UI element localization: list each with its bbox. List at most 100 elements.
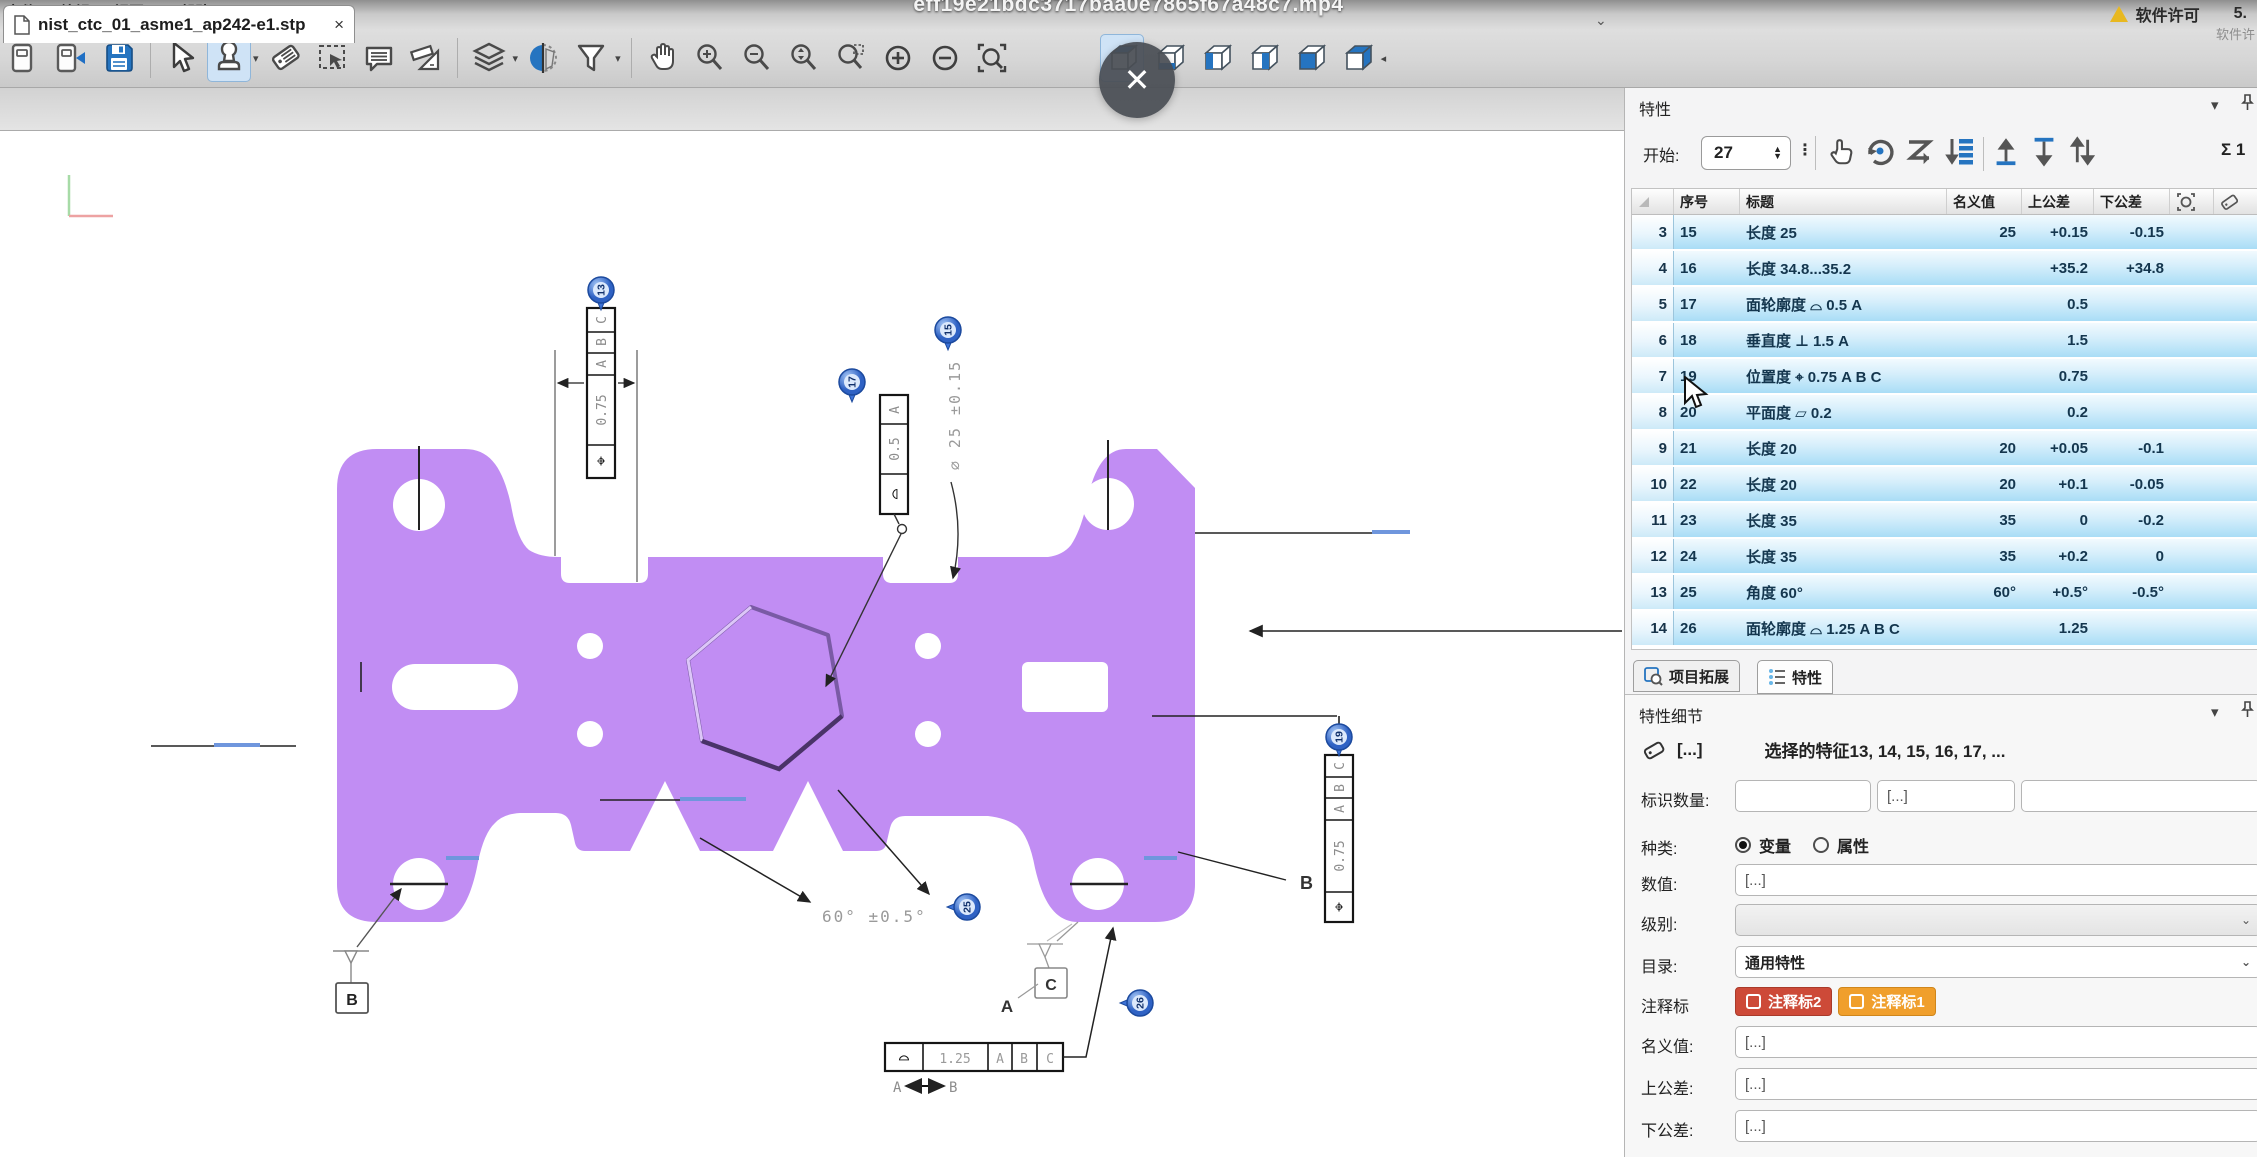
cell-nominal[interactable] [1947,395,2022,429]
video-close-button[interactable]: ✕ [1099,42,1175,118]
row-gutter-number[interactable]: 6 [1632,323,1674,357]
cell-title[interactable]: 角度 60° [1740,575,1947,609]
cell-lower[interactable] [2094,287,2170,321]
cell-capture[interactable] [2170,395,2214,429]
id-qty-input-1[interactable] [1735,780,1871,812]
fcf-profile-26[interactable]: ⌓ 1.25 A B C A B [885,928,1113,1096]
cell-lower[interactable]: -0.1 [2094,431,2170,465]
view-cube-back-button[interactable] [1336,35,1378,81]
cell-lower[interactable]: -0.15 [2094,215,2170,249]
zoom-fit-button[interactable] [783,35,825,81]
row-gutter-number[interactable]: 5 [1632,287,1674,321]
cell-title[interactable]: 长度 35 [1740,503,1947,537]
cell-title[interactable]: 长度 20 [1740,431,1947,465]
cell-nominal[interactable] [1947,323,2022,357]
cell-nominal[interactable]: 35 [1947,503,2022,537]
cell-lower[interactable]: 0 [2094,539,2170,573]
cell-seq[interactable]: 22 [1674,467,1740,501]
cell-nominal[interactable] [1947,359,2022,393]
tab-project-extension[interactable]: 项目拓展 [1633,660,1740,692]
panel-pin-icon[interactable] [2241,94,2254,115]
cell-capture[interactable] [2170,287,2214,321]
chip-note-2[interactable]: 注释标2 [1735,987,1832,1016]
cell-capture[interactable] [2170,503,2214,537]
cell-title[interactable]: 面轮廓度 ⌓ 0.5 A [1740,287,1947,321]
measure-button[interactable] [405,35,447,81]
cell-lower[interactable] [2094,359,2170,393]
datum-flag-c[interactable]: C A [1001,922,1078,1016]
cell-seq[interactable]: 23 [1674,503,1740,537]
row-gutter-number[interactable]: 9 [1632,431,1674,465]
table-row[interactable]: 6 18 垂直度 ⊥ 1.5 A 1.5 [1632,323,2257,359]
catalog-select[interactable]: 通用特性 ⌄ [1735,946,2257,978]
cell-seq[interactable]: 16 [1674,251,1740,285]
cell-capture[interactable] [2170,431,2214,465]
cell-seq[interactable]: 17 [1674,287,1740,321]
table-row[interactable]: 7 19 位置度 ⌖ 0.75 A B C 0.75 [1632,359,2257,395]
header-nominal[interactable]: 名义值 [1947,189,2022,214]
cell-upper[interactable]: 0.2 [2022,395,2094,429]
zoom-in-button[interactable] [689,35,731,81]
cell-nominal[interactable]: 20 [1947,431,2022,465]
dim-diameter[interactable]: ⌀ 25 ±0.15 [946,360,964,578]
zoom-out-button[interactable] [736,35,778,81]
header-lower[interactable]: 下公差 [2094,189,2170,214]
magnify-minus-button[interactable] [924,35,966,81]
cell-capture[interactable] [2170,575,2214,609]
magnify-plus-button[interactable] [877,35,919,81]
radio-attribute[interactable] [1813,837,1829,853]
cell-nominal[interactable]: 20 [1947,467,2022,501]
balloon-17[interactable]: 17 [839,369,865,402]
balloon-13[interactable]: 13 [588,277,614,310]
cell-tag[interactable] [2214,215,2257,249]
cell-title[interactable]: 平面度 ▱ 0.2 [1740,395,1947,429]
nominal-input[interactable]: [...] [1735,1026,2257,1058]
chip-note-1[interactable]: 注释标1 [1838,987,1935,1016]
cell-tag[interactable] [2214,611,2257,645]
cell-title[interactable]: 垂直度 ⊥ 1.5 A [1740,323,1947,357]
cell-capture[interactable] [2170,251,2214,285]
id-qty-input-2[interactable]: [...] [1877,780,2015,812]
move-top-icon[interactable] [1990,134,2022,173]
cell-capture[interactable] [2170,323,2214,357]
table-row[interactable]: 12 24 长度 35 35 +0.2 0 [1632,539,2257,575]
details-collapse-icon[interactable]: ▾ [2211,703,2219,721]
list-order-icon[interactable] [1943,134,1977,173]
cell-seq[interactable]: 21 [1674,431,1740,465]
pick-hand-icon[interactable] [1825,134,1857,173]
cell-nominal[interactable]: 35 [1947,539,2022,573]
tabbar-chevron-icon[interactable]: ⌄ [1595,12,1607,29]
cell-nominal[interactable] [1947,251,2022,285]
balloon-26[interactable]: 26 [1120,990,1153,1016]
cell-upper[interactable]: 1.5 [2022,323,2094,357]
cell-lower[interactable] [2094,611,2170,645]
cell-seq[interactable]: 15 [1674,215,1740,249]
cell-lower[interactable]: -0.5° [2094,575,2170,609]
cell-upper[interactable]: +35.2 [2022,251,2094,285]
cell-nominal[interactable]: 60° [1947,575,2022,609]
table-row[interactable]: 13 25 角度 60° 60° +0.5° -0.5° [1632,575,2257,611]
lower-tol-input[interactable]: [...] [1735,1110,2257,1142]
row-gutter-number[interactable]: 11 [1632,503,1674,537]
radio-variable[interactable] [1735,837,1751,853]
cell-title[interactable]: 面轮廓度 ⌓ 1.25 A B C [1740,611,1947,645]
header-seq[interactable]: 序号 [1674,189,1740,214]
cell-capture[interactable] [2170,215,2214,249]
row-gutter-number[interactable]: 14 [1632,611,1674,645]
level-select[interactable]: ⌄ [1735,904,2257,936]
filter-dropdown-arrow[interactable]: ▾ [615,52,621,65]
row-gutter-number[interactable]: 13 [1632,575,1674,609]
cell-upper[interactable]: +0.1 [2022,467,2094,501]
tab-properties[interactable]: 特性 [1757,660,1833,694]
balloon-15[interactable]: 15 [935,317,961,350]
cell-tag[interactable] [2214,503,2257,537]
cell-tag[interactable] [2214,251,2257,285]
cell-capture[interactable] [2170,359,2214,393]
row-gutter-number[interactable]: 10 [1632,467,1674,501]
table-row[interactable]: 8 20 平面度 ▱ 0.2 0.2 [1632,395,2257,431]
cell-title[interactable]: 长度 35 [1740,539,1947,573]
move-up-down-icon[interactable] [2066,134,2098,173]
cell-capture[interactable] [2170,611,2214,645]
table-row[interactable]: 3 15 长度 25 25 +0.15 -0.15 [1632,215,2257,251]
table-row[interactable]: 10 22 长度 20 20 +0.1 -0.05 [1632,467,2257,503]
